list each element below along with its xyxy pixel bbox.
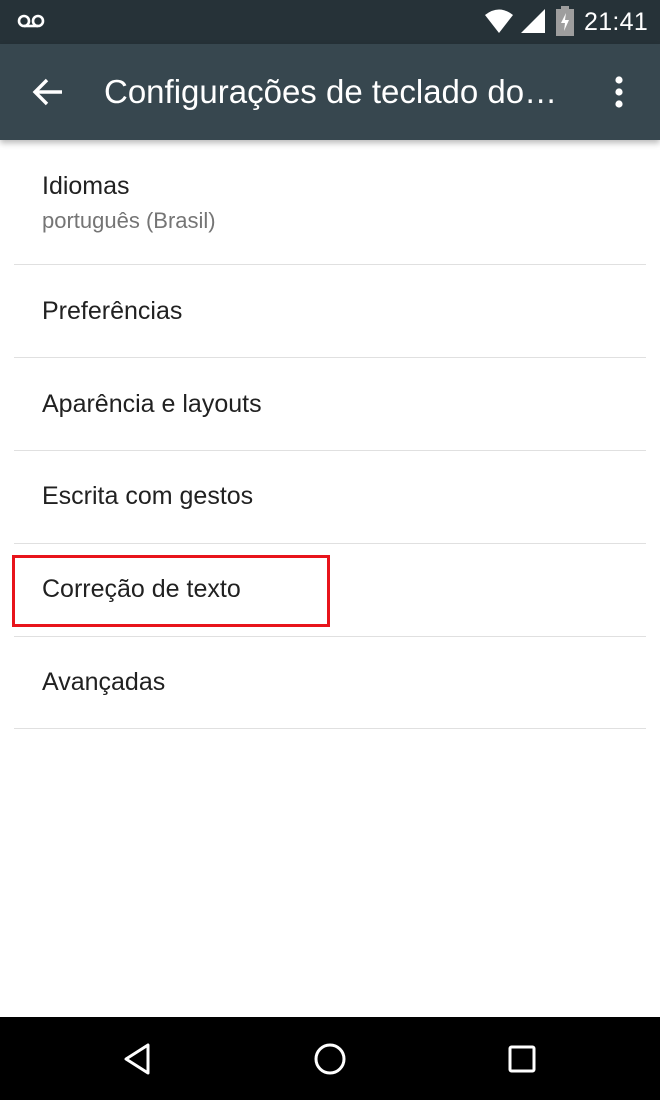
status-bar: 21:41	[0, 0, 660, 44]
settings-item-label: Escrita com gestos	[42, 482, 254, 510]
arrow-left-icon[interactable]	[30, 74, 66, 110]
back-triangle-icon[interactable]	[118, 1039, 158, 1079]
settings-item-label: Avançadas	[42, 668, 166, 696]
settings-item-avancadas[interactable]: Avançadas	[0, 637, 660, 728]
status-clock: 21:41	[584, 8, 649, 36]
signal-icon	[521, 9, 545, 33]
voicemail-icon	[17, 14, 45, 28]
overflow-menu-icon[interactable]	[604, 72, 634, 112]
highlight-box	[12, 555, 330, 627]
settings-item-escrita-gestos[interactable]: Escrita com gestos	[0, 451, 660, 543]
settings-item-label: Preferências	[42, 297, 183, 325]
settings-item-summary: português (Brasil)	[42, 208, 216, 233]
navigation-bar	[0, 1017, 660, 1100]
home-circle-icon[interactable]	[310, 1039, 350, 1079]
settings-item-aparencia-layouts[interactable]: Aparência e layouts	[0, 358, 660, 450]
settings-item-preferencias[interactable]: Preferências	[0, 265, 660, 357]
recents-square-icon[interactable]	[502, 1039, 542, 1079]
settings-item-label: Aparência e layouts	[42, 390, 262, 418]
app-bar: Configurações de teclado do…	[0, 44, 660, 140]
page-title: Configurações de teclado do…	[104, 73, 558, 110]
wifi-icon	[485, 9, 513, 33]
settings-item-idiomas[interactable]: Idiomas português (Brasil)	[0, 140, 660, 264]
divider	[14, 728, 646, 729]
battery-charging-icon	[556, 6, 574, 36]
settings-item-label: Idiomas	[42, 172, 130, 200]
